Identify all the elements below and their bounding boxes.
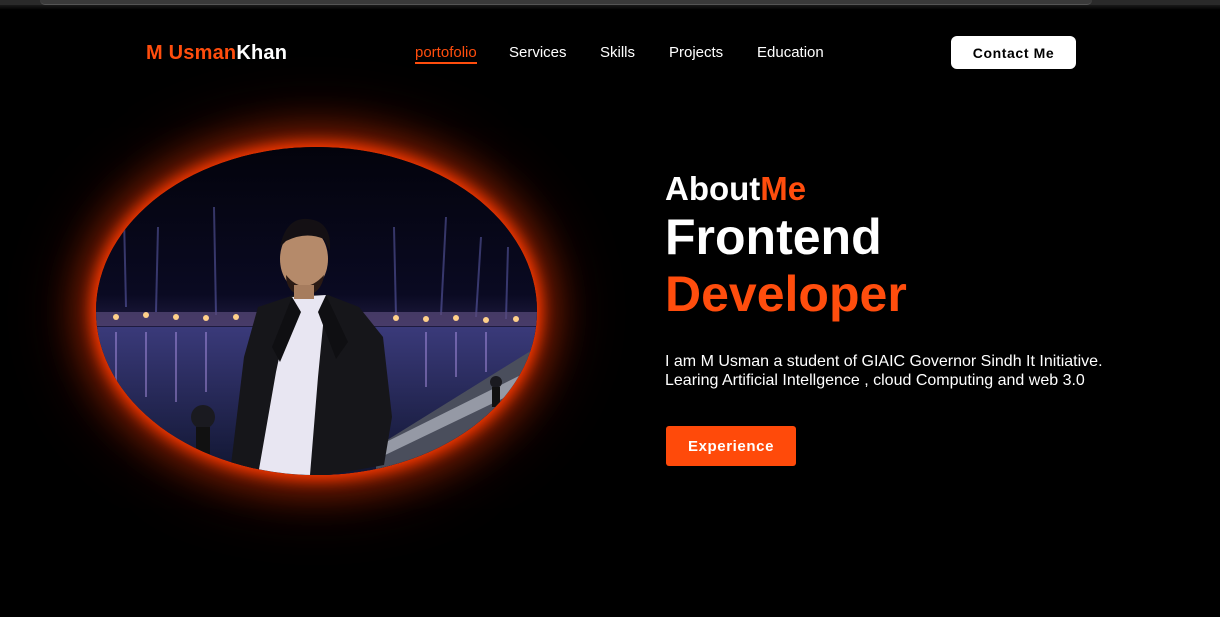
headline-frontend: Frontend bbox=[665, 209, 882, 265]
top-fade bbox=[0, 5, 1220, 10]
site-logo[interactable]: M UsmanKhan bbox=[146, 42, 287, 65]
profile-photo-illustration bbox=[96, 147, 537, 475]
logo-first-name: M Usman bbox=[146, 42, 237, 64]
logo-last-name: Khan bbox=[236, 42, 288, 64]
browser-top-strip bbox=[0, 0, 1220, 10]
nav-item-education[interactable]: Education bbox=[757, 44, 824, 61]
profile-photo bbox=[96, 147, 537, 475]
nav-item-portfolio[interactable]: portofolio bbox=[415, 44, 477, 64]
me-word: Me bbox=[760, 170, 807, 207]
nav-item-projects[interactable]: Projects bbox=[669, 44, 723, 61]
headline-developer: Developer bbox=[665, 266, 907, 322]
contact-me-button[interactable]: Contact Me bbox=[951, 36, 1076, 69]
description-line-1: I am M Usman a student of GIAIC Governor… bbox=[665, 353, 1103, 370]
hero-description: I am M Usman a student of GIAIC Governor… bbox=[665, 352, 1135, 390]
nav-item-skills[interactable]: Skills bbox=[600, 44, 635, 61]
nav-item-services[interactable]: Services bbox=[509, 44, 567, 61]
experience-button[interactable]: Experience bbox=[666, 426, 796, 466]
about-word: About bbox=[665, 170, 761, 207]
about-me-heading: AboutMe bbox=[665, 170, 806, 208]
description-line-2: Learing Artificial Intellgence , cloud C… bbox=[665, 372, 1085, 389]
